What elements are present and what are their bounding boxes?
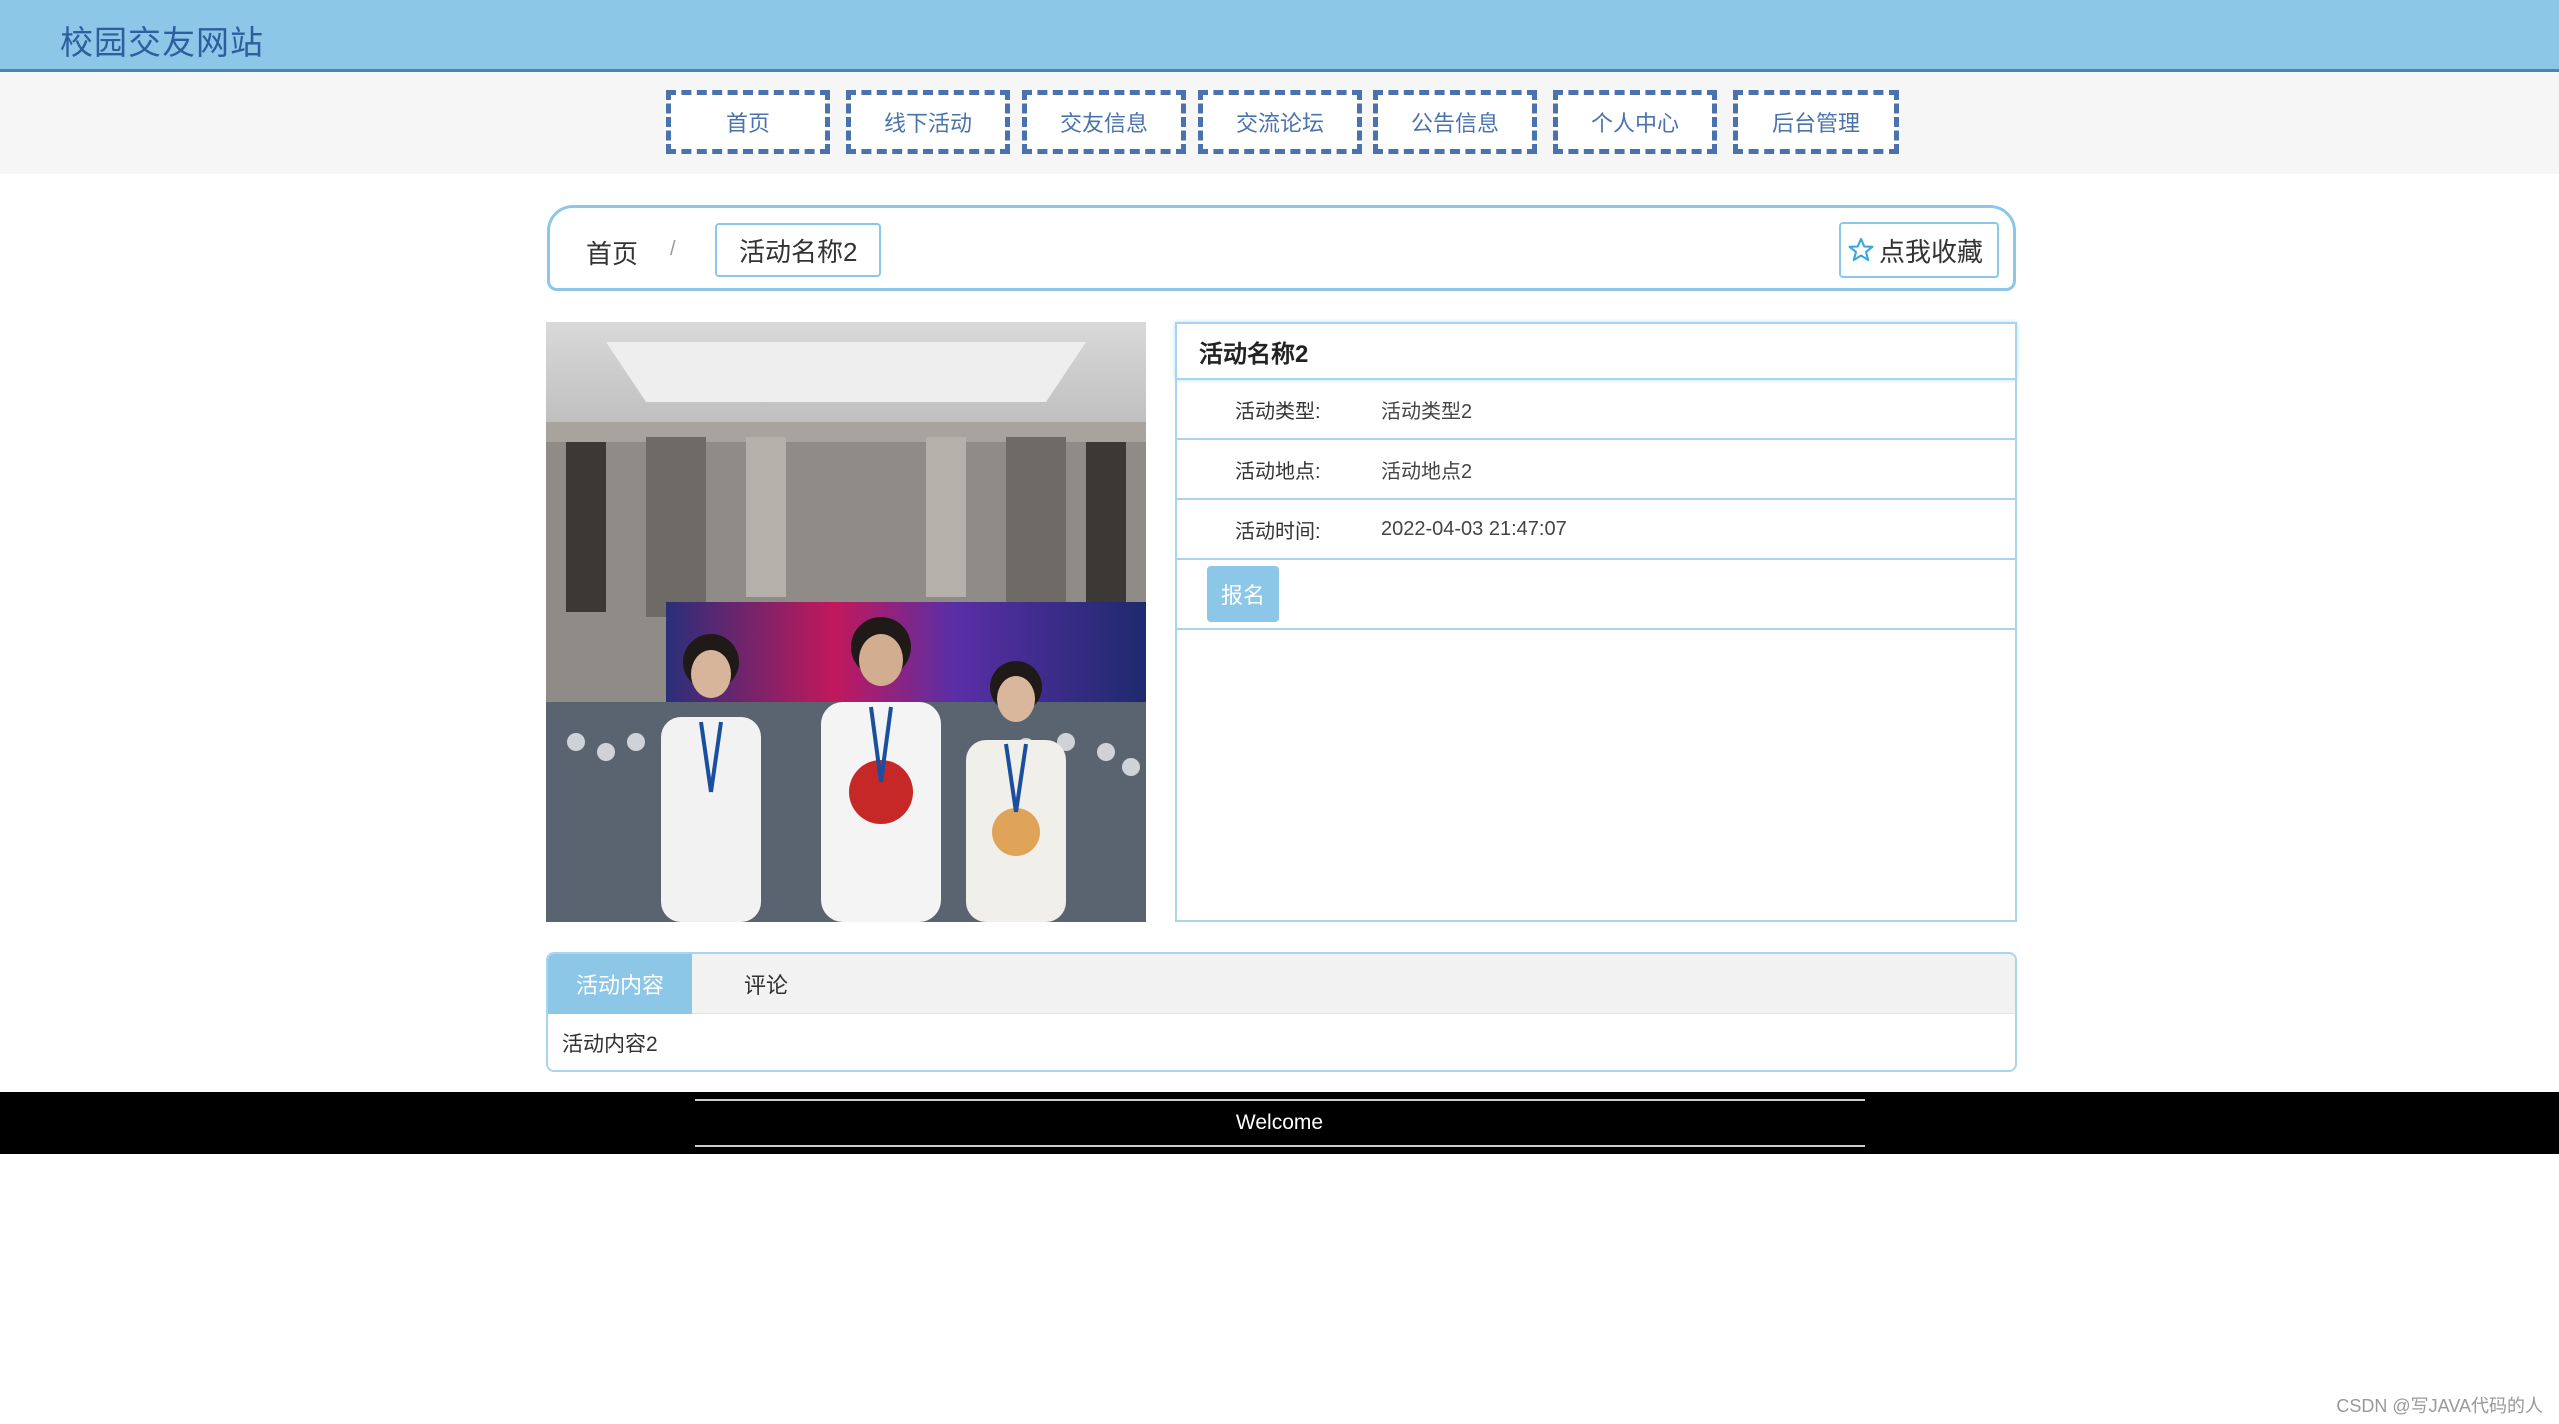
- tab-activity-content[interactable]: 活动内容: [548, 954, 693, 1014]
- detail-value: 2022-04-03 21:47:07: [1381, 517, 1567, 540]
- nav-bar: 首页 线下活动 交友信息 交流论坛 公告信息 个人中心 后台管理: [0, 72, 2559, 174]
- signup-button[interactable]: 报名: [1207, 566, 1279, 622]
- nav-item-profile[interactable]: 个人中心: [1553, 90, 1717, 154]
- activity-title: 活动名称2: [1175, 322, 2017, 380]
- nav-item-announcements[interactable]: 公告信息: [1373, 90, 1537, 154]
- nav-item-friends[interactable]: 交友信息: [1022, 90, 1186, 154]
- tab-content: 活动内容2: [562, 1033, 658, 1056]
- detail-value: 活动地点2: [1381, 460, 1473, 483]
- header-bar: 校园交友网站: [0, 0, 2559, 72]
- nav-item-forum[interactable]: 交流论坛: [1198, 90, 1362, 154]
- favorite-button-label: 点我收藏: [1878, 236, 1983, 267]
- detail-label: 活动类型:: [1235, 400, 1321, 423]
- tab-header: 活动内容 评论: [548, 954, 2015, 1014]
- star-icon: [1848, 237, 1874, 262]
- footer-divider-top: [695, 1099, 1865, 1101]
- breadcrumb-separator: /: [670, 238, 676, 260]
- detail-label: 活动地点:: [1235, 460, 1321, 483]
- activity-detail-panel: 活动名称2 活动类型: 活动类型2 活动地点: 活动地点2 活动时间: 2022…: [1175, 322, 2017, 922]
- footer: Welcome: [0, 1092, 2559, 1154]
- content-tabs: 活动内容 评论 活动内容2: [546, 952, 2017, 1072]
- detail-row-location: 活动地点: 活动地点2: [1177, 440, 2015, 500]
- nav-item-home[interactable]: 首页: [666, 90, 830, 154]
- nav-item-offline-events[interactable]: 线下活动: [846, 90, 1010, 154]
- detail-action-row: 报名: [1177, 560, 2015, 630]
- detail-row-type: 活动类型: 活动类型2: [1177, 380, 2015, 440]
- watermark: CSDN @写JAVA代码的人: [2336, 1396, 2543, 1416]
- detail-value: 活动类型2: [1381, 400, 1473, 423]
- site-title[interactable]: 校园交友网站: [60, 16, 264, 64]
- favorite-button[interactable]: 点我收藏: [1838, 222, 1999, 278]
- tab-comments[interactable]: 评论: [692, 954, 834, 1014]
- detail-label: 活动时间:: [1235, 520, 1321, 543]
- footer-text: Welcome: [1235, 1111, 1324, 1134]
- footer-divider-bottom: [695, 1145, 1865, 1147]
- breadcrumb-current: 活动名称2: [715, 223, 882, 277]
- activity-photo-image: [546, 322, 1146, 922]
- detail-row-time: 活动时间: 2022-04-03 21:47:07: [1177, 500, 2015, 560]
- breadcrumb: 首页 / 活动名称2 点我收藏: [547, 205, 2016, 291]
- activity-photo: [546, 322, 1146, 922]
- breadcrumb-home-link[interactable]: 首页: [586, 234, 638, 271]
- nav-item-admin[interactable]: 后台管理: [1733, 90, 1899, 154]
